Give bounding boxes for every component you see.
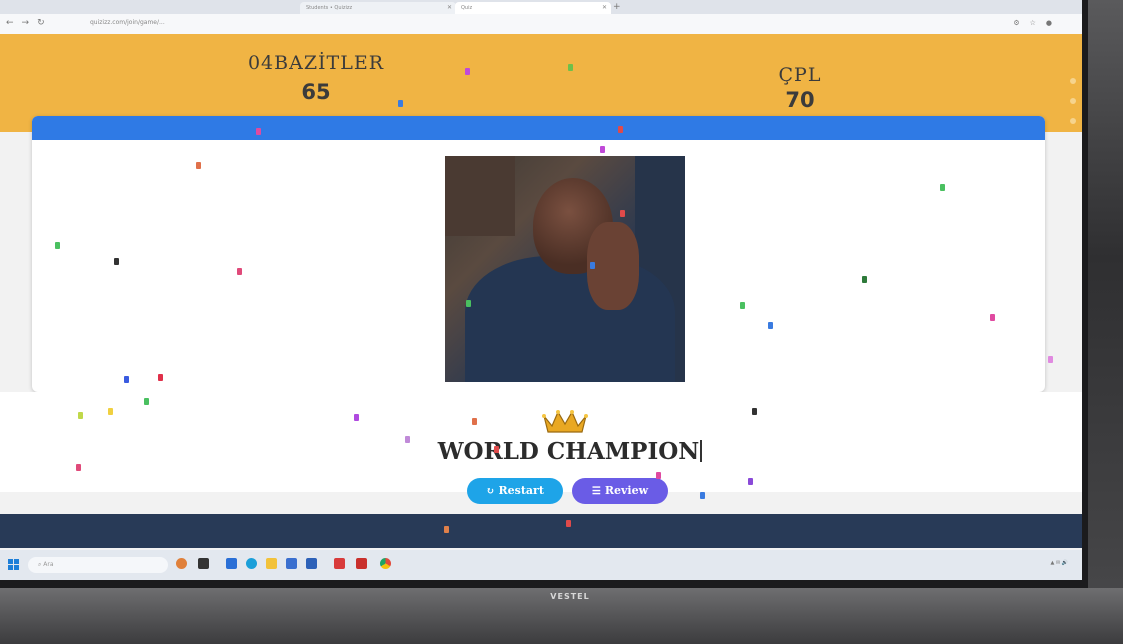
office-icon[interactable] <box>334 558 345 569</box>
team-2: ÇPL 70 <box>740 64 860 112</box>
confetti <box>862 276 867 283</box>
chrome-icon[interactable] <box>380 558 391 569</box>
crown-icon <box>542 410 588 433</box>
confetti <box>618 126 623 133</box>
browser-tabstrip: Students • Quizizz ✕ Quiz ✕ + <box>0 0 1082 14</box>
taskbar-search-placeholder: Ara <box>43 561 54 568</box>
text-caret <box>700 440 703 462</box>
browser-tab-1[interactable]: Students • Quizizz ✕ <box>300 2 456 14</box>
result-card <box>32 116 1045 392</box>
word-icon[interactable] <box>286 558 297 569</box>
restart-label: Restart <box>498 484 544 497</box>
result-title: WORLD CHAMPION <box>420 438 720 465</box>
confetti <box>740 302 745 309</box>
confetti <box>76 464 81 471</box>
confetti <box>600 146 605 153</box>
confetti <box>768 322 773 329</box>
back-icon[interactable]: ← <box>6 18 22 28</box>
outlook-icon[interactable] <box>306 558 317 569</box>
toolbar-icons: ⚙☆● <box>1013 19 1062 27</box>
extensions-icon[interactable]: ⚙ <box>1013 19 1029 27</box>
widgets-icon[interactable] <box>176 558 187 569</box>
confetti <box>405 436 410 443</box>
confetti <box>114 258 119 265</box>
confetti <box>700 492 705 499</box>
tab-label: Students • Quizizz <box>306 5 353 11</box>
confetti <box>494 446 499 453</box>
confetti <box>444 526 449 533</box>
close-icon[interactable]: ✕ <box>602 2 607 14</box>
scroll-dot <box>1070 98 1076 104</box>
confetti <box>1048 356 1053 363</box>
confetti <box>566 520 571 527</box>
confetti <box>990 314 995 321</box>
close-icon[interactable]: ✕ <box>447 2 452 14</box>
confetti <box>398 100 403 107</box>
reload-icon[interactable]: ↻ <box>37 18 53 28</box>
pdf-icon[interactable] <box>356 558 367 569</box>
confetti <box>124 376 129 383</box>
restart-button[interactable]: ↻ Restart <box>467 478 563 504</box>
url-field[interactable]: quizizz.com/join/game/... <box>90 19 165 26</box>
team-1: 04BAZİTLER 65 <box>236 52 396 104</box>
profile-icon[interactable]: ● <box>1046 19 1062 27</box>
confetti <box>144 398 149 405</box>
confetti <box>237 268 242 275</box>
forward-icon[interactable]: → <box>22 18 38 28</box>
confetti <box>466 300 471 307</box>
confetti <box>940 184 945 191</box>
confetti <box>748 478 753 485</box>
result-title-text: WORLD CHAMPION <box>437 438 700 465</box>
reaction-gif <box>445 156 685 382</box>
scroll-dot <box>1070 118 1076 124</box>
browser-tab-2[interactable]: Quiz ✕ <box>455 2 611 14</box>
team-2-name: ÇPL <box>778 64 822 86</box>
tab-label: Quiz <box>461 5 473 11</box>
confetti <box>590 262 595 269</box>
review-button[interactable]: ☰ Review <box>572 478 668 504</box>
monitor-frame: Students • Quizizz ✕ Quiz ✕ + ←→↻ quiziz… <box>0 0 1123 644</box>
review-icon: ☰ <box>591 486 601 497</box>
refresh-icon: ↻ <box>486 486 495 497</box>
folder-icon[interactable] <box>266 558 277 569</box>
taskbar-search[interactable]: ⌕ Ara <box>28 557 168 573</box>
taskbar: ⌕ Ara ▲ ✉ 🔊 <box>0 550 1082 580</box>
edge-icon[interactable] <box>246 558 257 569</box>
confetti <box>196 162 201 169</box>
confetti <box>158 374 163 381</box>
nav-icons[interactable]: ←→↻ <box>6 18 53 28</box>
card-header <box>32 116 1045 140</box>
confetti <box>354 414 359 421</box>
confetti <box>620 210 625 217</box>
team-1-name: 04BAZİTLER <box>247 52 385 74</box>
footer-band <box>0 514 1082 548</box>
new-tab-button[interactable]: + <box>613 2 621 12</box>
confetti <box>656 472 661 479</box>
confetti <box>472 418 477 425</box>
confetti <box>568 64 573 71</box>
review-label: Review <box>604 484 649 497</box>
team-1-score: 65 <box>301 80 331 104</box>
system-tray[interactable]: ▲ ✉ 🔊 <box>1051 560 1068 566</box>
confetti <box>465 68 470 75</box>
address-bar: ←→↻ quizizz.com/join/game/... ⚙☆● <box>0 14 1082 34</box>
bookmark-icon[interactable]: ☆ <box>1030 19 1046 27</box>
monitor-brand: VESTEL <box>550 592 590 601</box>
confetti <box>55 242 60 249</box>
windows-start-icon[interactable] <box>8 559 20 571</box>
team-2-score: 70 <box>785 88 815 112</box>
confetti <box>108 408 113 415</box>
screen: Students • Quizizz ✕ Quiz ✕ + ←→↻ quiziz… <box>0 0 1088 588</box>
gif-background <box>445 156 515 236</box>
scroll-dot <box>1070 78 1076 84</box>
gif-figure <box>465 256 675 382</box>
confetti <box>752 408 757 415</box>
confetti <box>78 412 83 419</box>
store-icon[interactable] <box>226 558 237 569</box>
taskview-icon[interactable] <box>198 558 209 569</box>
confetti <box>256 128 261 135</box>
